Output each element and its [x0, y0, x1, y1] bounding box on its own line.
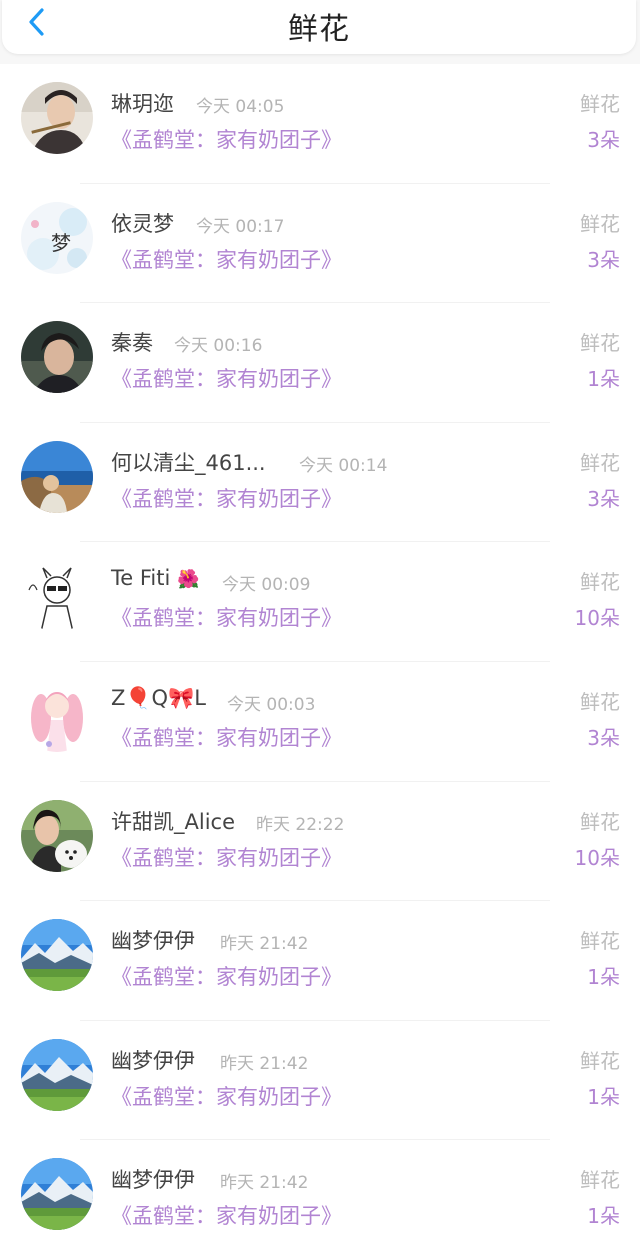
list-item[interactable]: 幽梦伊伊 昨天 21:42 《孟鹤堂：家有奶团子》 鲜花 1朵 — [0, 901, 640, 1021]
timestamp: 昨天 21:42 — [220, 1173, 309, 1194]
avatar[interactable] — [21, 321, 93, 394]
avatar[interactable] — [21, 679, 93, 752]
header-bar: 鲜花 — [2, 0, 636, 54]
user-name[interactable]: 何以清尘_461... — [111, 447, 266, 477]
list-item[interactable]: 幽梦伊伊 昨天 21:42 《孟鹤堂：家有奶团子》 鲜花 1朵 — [0, 1021, 640, 1141]
user-name[interactable]: 琳玥迩 — [111, 88, 174, 118]
timestamp: 今天 00:14 — [299, 455, 388, 476]
gift-type: 鲜花 — [580, 450, 620, 475]
gift-type: 鲜花 — [580, 929, 620, 954]
avatar[interactable] — [21, 560, 93, 633]
book-title[interactable]: 《孟鹤堂：家有奶团子》 — [111, 1200, 342, 1230]
gift-type: 鲜花 — [580, 689, 620, 714]
flower-count: 3朵 — [587, 247, 620, 272]
timestamp: 昨天 21:42 — [220, 1053, 309, 1074]
gift-type: 鲜花 — [580, 1048, 620, 1073]
list-item[interactable]: 许甜凯_Alice 昨天 22:22 《孟鹤堂：家有奶团子》 鲜花 10朵 — [0, 782, 640, 902]
flower-count: 10朵 — [574, 606, 620, 631]
flower-count: 3朵 — [587, 128, 620, 152]
timestamp: 今天 04:05 — [196, 97, 285, 117]
gift-type: 鲜花 — [580, 1168, 620, 1193]
avatar[interactable] — [21, 82, 93, 154]
list-item[interactable]: 秦奏 今天 00:16 《孟鹤堂：家有奶团子》 鲜花 1朵 — [0, 303, 640, 423]
gift-type: 鲜花 — [580, 809, 620, 834]
book-title[interactable]: 《孟鹤堂：家有奶团子》 — [111, 363, 342, 393]
user-name[interactable]: 依灵梦 — [111, 208, 174, 238]
avatar[interactable] — [21, 1158, 93, 1231]
list-item[interactable]: 琳玥迩 今天 04:05 《孟鹤堂：家有奶团子》 鲜花 3朵 — [0, 64, 640, 184]
user-name[interactable]: Te Fiti 🌺 — [111, 566, 199, 590]
list-item[interactable]: 梦 依灵梦 今天 00:17 《孟鹤堂：家有奶团子》 鲜花 3朵 — [0, 184, 640, 304]
avatar[interactable] — [21, 799, 93, 872]
hibiscus-icon: 🌺 — [177, 569, 200, 591]
flower-count: 1朵 — [587, 965, 620, 990]
list-item[interactable]: 何以清尘_461... 今天 00:14 《孟鹤堂：家有奶团子》 鲜花 3朵 — [0, 423, 640, 543]
list-item[interactable]: Z🎈Q🎀L 今天 00:03 《孟鹤堂：家有奶团子》 鲜花 3朵 — [0, 662, 640, 782]
avatar[interactable] — [21, 919, 93, 992]
book-title[interactable]: 《孟鹤堂：家有奶团子》 — [111, 1081, 342, 1111]
book-title[interactable]: 《孟鹤堂：家有奶团子》 — [111, 244, 342, 274]
timestamp: 昨天 21:42 — [220, 934, 309, 955]
book-title[interactable]: 《孟鹤堂：家有奶团子》 — [111, 842, 342, 872]
gift-type: 鲜花 — [580, 570, 620, 595]
avatar[interactable] — [21, 1038, 93, 1111]
user-name[interactable]: 幽梦伊伊 — [111, 1045, 195, 1075]
flower-count: 1朵 — [587, 1204, 620, 1229]
flower-count: 3朵 — [587, 486, 620, 511]
list-item[interactable]: Te Fiti 🌺 今天 00:09 《孟鹤堂：家有奶团子》 鲜花 10朵 — [0, 542, 640, 662]
user-name[interactable]: 秦奏 — [111, 327, 153, 357]
timestamp: 今天 00:09 — [222, 575, 311, 596]
avatar[interactable] — [21, 440, 93, 513]
gift-type: 鲜花 — [580, 331, 620, 356]
flower-count: 1朵 — [587, 367, 620, 392]
book-title[interactable]: 《孟鹤堂：家有奶团子》 — [111, 961, 342, 991]
book-title[interactable]: 《孟鹤堂：家有奶团子》 — [111, 602, 342, 632]
list-item[interactable]: 幽梦伊伊 昨天 21:42 《孟鹤堂：家有奶团子》 鲜花 1朵 — [0, 1140, 640, 1253]
user-name[interactable]: 许甜凯_Alice — [111, 806, 235, 836]
flower-count: 3朵 — [587, 725, 620, 750]
timestamp: 昨天 22:22 — [256, 814, 345, 835]
avatar[interactable]: 梦 — [21, 201, 93, 274]
user-name[interactable]: 幽梦伊伊 — [111, 1164, 195, 1194]
book-title[interactable]: 《孟鹤堂：家有奶团子》 — [111, 483, 342, 513]
user-name[interactable]: Z🎈Q🎀L — [111, 686, 206, 711]
flower-count: 1朵 — [587, 1084, 620, 1109]
gift-type: 鲜花 — [580, 92, 620, 116]
book-title[interactable]: 《孟鹤堂：家有奶团子》 — [111, 124, 342, 154]
flower-list: 琳玥迩 今天 04:05 《孟鹤堂：家有奶团子》 鲜花 3朵 梦 依灵梦 今天 … — [0, 64, 640, 1253]
timestamp: 今天 00:17 — [196, 216, 285, 237]
gift-type: 鲜花 — [580, 211, 620, 236]
page-title: 鲜花 — [288, 12, 350, 47]
book-title[interactable]: 《孟鹤堂：家有奶团子》 — [111, 722, 342, 752]
svg-text:梦: 梦 — [51, 231, 71, 255]
timestamp: 今天 00:03 — [227, 694, 316, 715]
timestamp: 今天 00:16 — [174, 336, 263, 357]
flower-count: 10朵 — [574, 845, 620, 870]
user-name[interactable]: 幽梦伊伊 — [111, 925, 195, 955]
